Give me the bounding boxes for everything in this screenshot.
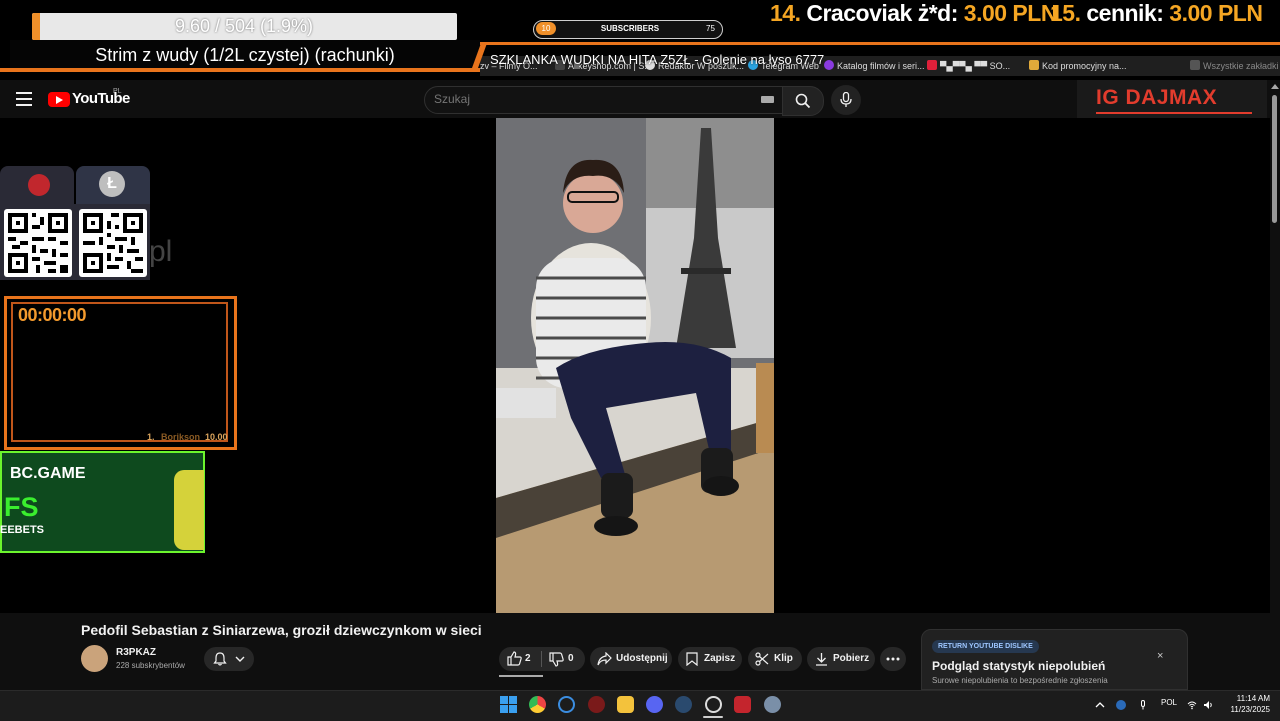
country-code: PL <box>113 88 122 95</box>
leaderboard-amount: 3.00 PLN <box>963 0 1058 26</box>
instagram-handle: IG DAJMAX <box>1096 86 1218 109</box>
subscriber-count-text: 228 subskrybentów <box>116 661 185 670</box>
search-icon <box>795 93 811 109</box>
video-frame <box>496 118 774 613</box>
bc-game-logo: BC.GAME <box>10 465 86 482</box>
like-ratio-bar <box>499 675 543 677</box>
video-player[interactable] <box>496 118 774 613</box>
search-input[interactable] <box>434 92 734 106</box>
keyboard-icon[interactable] <box>761 96 774 103</box>
more-horiz-icon <box>886 657 900 661</box>
leaderboard-entry: 14. Cracoviak ż*d: 3.00 PLN <box>770 0 1057 28</box>
channel-name[interactable]: R3PKAZ <box>116 647 156 658</box>
leaderboard-name: cennik: <box>1086 0 1164 26</box>
like-divider <box>541 651 542 667</box>
notification-bell-button[interactable] <box>204 647 254 671</box>
qr-code-tron <box>4 209 72 277</box>
save-label[interactable]: Zapisz <box>704 647 735 671</box>
steam-tray-icon[interactable] <box>1116 700 1126 710</box>
like-count[interactable]: 2 <box>525 647 531 671</box>
bookmark-icon <box>824 60 834 70</box>
scroll-up-arrow-icon[interactable] <box>1271 84 1279 89</box>
bookmark-item[interactable]: ▀▄▀▀▄ ▀▀ SO... <box>927 58 1010 74</box>
background-text: pl <box>149 235 173 268</box>
litecoin-icon: Ł <box>99 171 125 197</box>
video-title: Pedofil Sebastian z Siniarzewa, groził d… <box>81 622 482 638</box>
bookmark-icon <box>1029 60 1039 70</box>
hamburger-menu-icon[interactable] <box>16 92 32 106</box>
download-label[interactable]: Pobierz <box>833 647 869 671</box>
subscriber-count: 10 <box>536 22 556 35</box>
ryd-tag: RETURN YOUTUBE DISLIKE <box>932 640 1039 653</box>
microphone-icon <box>840 92 852 107</box>
wifi-icon[interactable] <box>1187 700 1197 710</box>
chevron-up-icon[interactable] <box>1095 700 1105 710</box>
voice-search-button[interactable] <box>831 85 861 115</box>
donation-ticker: SZKLANKA WUDKI NA HITA Z5ZŁ - Golenie na… <box>490 52 825 67</box>
ad-headline: FS <box>4 492 39 522</box>
folder-icon <box>1190 60 1200 70</box>
like-icon[interactable] <box>507 651 522 666</box>
language-indicator[interactable]: POL <box>1161 698 1177 707</box>
timer-rank: 1. <box>147 432 155 442</box>
bookmark-item[interactable]: Katalog filmów i seri... <box>824 58 925 74</box>
chevron-down-icon <box>235 656 245 662</box>
share-label[interactable]: Udostępnij <box>616 647 668 671</box>
discord-icon[interactable] <box>646 696 663 713</box>
youtube-bookmark-icon <box>927 60 937 70</box>
subscriber-goal-target: 75 <box>706 24 715 33</box>
ryd-body: Surowe niepolubienia to bezpośrednie zgł… <box>932 676 1108 685</box>
news-icon[interactable] <box>734 696 751 713</box>
ryd-title: Podgląd statystyk niepolubień <box>932 659 1106 673</box>
bookmark-item[interactable]: Kod promocyjny na... <box>1029 58 1127 74</box>
clock-time[interactable]: 11:14 AM <box>1224 694 1270 703</box>
youtube-logo-icon[interactable] <box>48 92 70 107</box>
dislike-icon[interactable] <box>549 652 564 667</box>
file-explorer-icon[interactable] <box>617 696 634 713</box>
tron-icon <box>28 174 50 196</box>
leaderboard-amount: 3.00 PLN <box>1169 0 1263 26</box>
clip-label[interactable]: Klip <box>774 647 793 671</box>
search-button[interactable] <box>782 86 824 116</box>
bell-icon <box>213 652 227 666</box>
ad-figure-image <box>174 470 204 550</box>
windows-taskbar <box>0 690 1280 721</box>
app-icon[interactable] <box>588 696 605 713</box>
scrollbar-thumb[interactable] <box>1272 95 1277 223</box>
leaderboard-name: Cracoviak ż*d: <box>806 0 958 26</box>
scissors-icon <box>755 652 769 666</box>
leaderboard-rank: 15. <box>1050 0 1081 26</box>
active-app-indicator <box>703 716 723 718</box>
overlay-frame-line <box>0 68 480 72</box>
download-icon <box>816 653 827 666</box>
all-bookmarks-link[interactable]: Wszystkie zakładki <box>1190 58 1279 74</box>
steam-icon[interactable] <box>675 696 692 713</box>
leaderboard-entry: 15. cennik: 3.00 PLN <box>1050 0 1263 28</box>
leaderboard-rank: 14. <box>770 0 801 26</box>
donation-progress-text: 9.60 / 504 (1.9%) <box>174 16 314 36</box>
channel-avatar[interactable] <box>81 645 108 672</box>
timer-player: Borikson <box>161 432 201 442</box>
share-icon <box>597 652 612 666</box>
dislike-count[interactable]: 0 <box>568 647 574 671</box>
timer-display: 00:00:00 <box>18 305 87 325</box>
timer-score: 10.00 <box>205 432 228 442</box>
ad-subtext: EEBETS <box>0 524 45 536</box>
close-icon[interactable]: × <box>1157 650 1163 662</box>
stream-title: Strim z wudy (1/2L czystej) (rachunki) <box>10 40 480 70</box>
clock-date[interactable]: 11/23/2025 <box>1224 705 1270 714</box>
bookmark-save-icon <box>686 652 698 666</box>
subscriber-goal-label: SUBSCRIBERS <box>600 24 660 33</box>
obs-icon[interactable] <box>705 696 722 713</box>
volume-icon[interactable] <box>1203 700 1213 710</box>
instagram-underline <box>1096 112 1252 114</box>
windows-icon[interactable] <box>500 696 517 713</box>
qr-code-litecoin <box>79 209 147 277</box>
ccleaner-icon[interactable] <box>558 696 575 713</box>
settings-icon[interactable] <box>764 696 781 713</box>
chrome-icon[interactable] <box>529 696 546 713</box>
microphone-tray-icon[interactable] <box>1138 700 1148 710</box>
overlay-frame-line <box>480 42 1280 45</box>
